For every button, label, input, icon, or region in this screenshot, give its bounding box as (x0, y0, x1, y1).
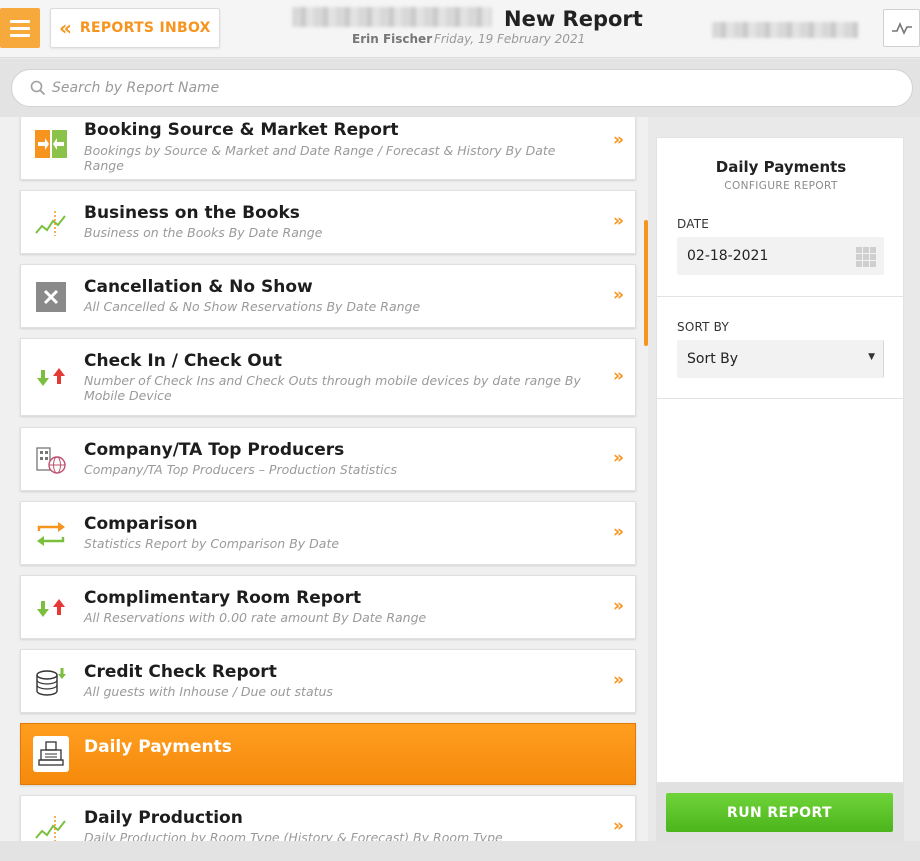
building-globe-icon (33, 442, 69, 478)
report-item-check-in-check-out[interactable]: Check In / Check Out Number of Check Ins… (20, 338, 636, 416)
redacted-hotel-name (292, 7, 492, 27)
hamburger-menu-button[interactable] (0, 8, 40, 48)
sort-by-select[interactable]: Sort By ▼ (677, 340, 884, 378)
reports-inbox-button[interactable]: « REPORTS INBOX (50, 8, 220, 48)
run-report-area: RUN REPORT (656, 783, 904, 841)
split-arrow-icon (33, 126, 69, 162)
sort-by-value: Sort By (687, 351, 739, 367)
report-name: Check In / Check Out (84, 351, 282, 371)
menu-icon-line (10, 19, 30, 23)
list-scrollbar[interactable] (644, 220, 648, 346)
report-name: Credit Check Report (84, 662, 277, 682)
double-chevron-right-icon: » (613, 816, 624, 836)
report-description: All Reservations with 0.00 rate amount B… (84, 610, 427, 625)
report-name: Business on the Books (84, 203, 300, 223)
configure-report-panel: Daily Payments CONFIGURE REPORT DATE 02-… (656, 137, 905, 783)
analytics-button[interactable] (883, 9, 920, 47)
report-item-daily-payments[interactable]: Daily Payments (20, 723, 636, 785)
config-title: Daily Payments (715, 158, 847, 176)
report-description: Business on the Books By Date Range (84, 225, 323, 240)
search-icon (30, 80, 46, 96)
report-description: Statistics Report by Comparison By Date (84, 536, 340, 551)
close-box-icon (33, 279, 69, 315)
double-chevron-right-icon: » (613, 596, 624, 616)
trend-chart-icon (33, 205, 69, 241)
menu-icon-line (10, 33, 30, 37)
business-date: Friday, 19 February 2021 (434, 32, 586, 46)
activity-line-icon (891, 22, 912, 35)
report-name: Daily Production (84, 808, 243, 828)
double-chevron-right-icon: » (613, 285, 624, 305)
report-item-comparison[interactable]: Comparison Statistics Report by Comparis… (20, 501, 636, 565)
search-input[interactable] (52, 80, 912, 96)
report-name: Cancellation & No Show (84, 277, 313, 297)
page-title: New Report (504, 7, 643, 31)
report-description: Bookings by Source & Market and Date Ran… (84, 143, 556, 173)
report-name: Booking Source & Market Report (84, 120, 399, 140)
coin-stack-icon (33, 664, 69, 700)
report-item-company-ta-top-producers[interactable]: Company/TA Top Producers Company/TA Top … (20, 427, 636, 491)
double-chevron-right-icon: » (613, 366, 624, 386)
report-description: Company/TA Top Producers – Production St… (84, 462, 398, 477)
config-subtitle: CONFIGURE REPORT (724, 180, 838, 192)
report-name: Comparison (84, 514, 198, 534)
user-name: Erin Fischer (352, 32, 433, 46)
date-input[interactable]: 02-18-2021 (677, 237, 884, 275)
report-item-business-on-books[interactable]: Business on the Books Business on the Bo… (20, 190, 636, 254)
caret-down-icon: ▼ (868, 352, 875, 362)
divider (657, 296, 905, 297)
calendar-grid-icon[interactable] (856, 247, 876, 267)
search-box (11, 69, 913, 107)
double-chevron-right-icon: » (613, 130, 624, 150)
date-label: DATE (677, 217, 710, 231)
report-item-booking-source[interactable]: Booking Source & Market Report Bookings … (20, 117, 636, 180)
double-chevron-right-icon: » (613, 670, 624, 690)
report-item-credit-check[interactable]: Credit Check Report All guests with Inho… (20, 649, 636, 713)
report-item-complimentary-room[interactable]: Complimentary Room Report All Reservatio… (20, 575, 636, 639)
report-name: Company/TA Top Producers (84, 440, 345, 460)
divider (657, 398, 905, 399)
bottom-strip (0, 841, 920, 861)
report-item-cancellation-no-show[interactable]: Cancellation & No Show All Cancelled & N… (20, 264, 636, 328)
double-chevron-left-icon: « (59, 16, 72, 40)
sort-by-label: SORT BY (677, 320, 729, 334)
reports-inbox-label: REPORTS INBOX (79, 20, 211, 36)
double-chevron-right-icon: » (613, 211, 624, 231)
report-list[interactable]: Booking Source & Market Report Bookings … (0, 117, 648, 861)
cash-register-icon (33, 736, 69, 772)
report-name: Daily Payments (84, 737, 232, 757)
run-report-button[interactable]: RUN REPORT (666, 793, 893, 832)
report-name: Complimentary Room Report (84, 588, 362, 608)
double-chevron-right-icon: » (613, 448, 624, 468)
report-description: All Cancelled & No Show Reservations By … (84, 299, 421, 314)
compare-arrows-icon (33, 516, 69, 552)
menu-icon-line (10, 26, 30, 30)
top-bar: « REPORTS INBOX New Report Erin Fischer … (0, 0, 920, 58)
report-description: Number of Check Ins and Check Outs throu… (84, 373, 581, 403)
double-chevron-right-icon: » (613, 522, 624, 542)
report-description: All guests with Inhouse / Due out status (84, 684, 333, 699)
up-down-arrows-icon (33, 590, 69, 626)
search-bar-area (0, 59, 920, 117)
up-down-arrows-icon (33, 359, 69, 395)
date-value: 02-18-2021 (687, 248, 769, 264)
redacted-info (712, 22, 858, 38)
